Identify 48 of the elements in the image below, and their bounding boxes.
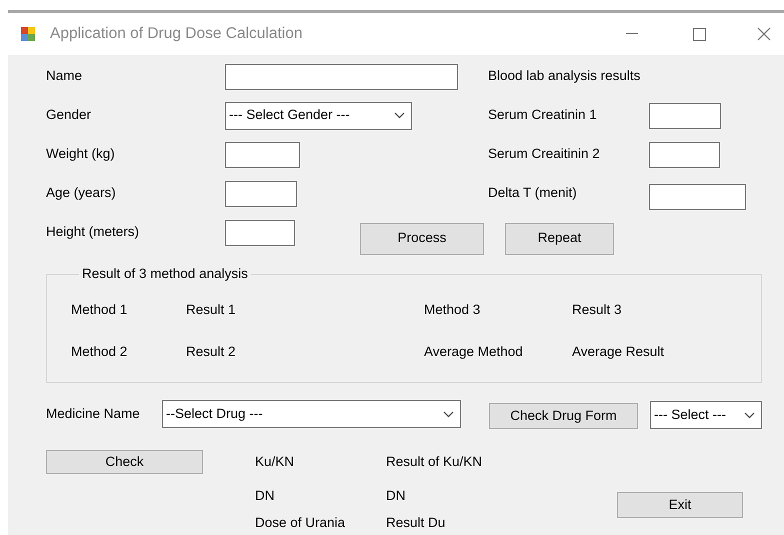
exit-button[interactable]: Exit	[617, 492, 743, 518]
field-label: Medicine Name	[46, 404, 141, 423]
field-label: Serum Creaitinin 2	[488, 145, 601, 164]
output-label: DN	[255, 486, 276, 505]
field-label: Weight (kg)	[46, 145, 116, 164]
window-title: Application of Drug Dose Calculation	[50, 24, 302, 44]
result-label: Result 1	[186, 300, 237, 319]
text-field[interactable]	[225, 64, 458, 90]
maximize-icon	[692, 28, 706, 40]
action-button[interactable]: Repeat	[505, 222, 614, 254]
field-label: Age (years)	[46, 184, 117, 202]
section-heading: Blood lab analysis results	[488, 67, 640, 86]
group-title: Result of 3 method analysis	[81, 266, 249, 282]
dropdown-caret-icon	[744, 412, 755, 418]
text-field[interactable]	[649, 142, 720, 168]
output-label: Dose of Urania	[255, 514, 346, 532]
field-label: Height (meters)	[46, 223, 140, 242]
output-value: Result of Ku/KN	[386, 452, 484, 471]
dropdown-caret-icon	[443, 410, 454, 418]
field-label: Gender	[46, 106, 92, 124]
dropdown-caret-icon	[394, 112, 405, 119]
output-value: DN	[386, 486, 406, 505]
result-label: Average Result	[572, 342, 666, 361]
text-field[interactable]	[225, 220, 295, 246]
dropdown[interactable]: --- Select ---	[650, 401, 762, 429]
text-field[interactable]	[649, 184, 746, 210]
result-label: Method 1	[71, 300, 128, 319]
result-label: Method 2	[71, 342, 128, 361]
field-label: Serum Creatinin 1	[488, 106, 598, 124]
result-label: Result 3	[572, 300, 623, 319]
action-button[interactable]: Check	[46, 450, 203, 474]
result-label: Method 3	[424, 300, 482, 319]
action-button[interactable]: Check Drug Form	[489, 403, 638, 429]
app-icon	[20, 26, 36, 42]
close-icon	[757, 27, 771, 41]
field-label: Name	[46, 67, 84, 86]
action-button[interactable]: Process	[360, 222, 484, 254]
text-field[interactable]	[225, 180, 297, 206]
text-field[interactable]	[225, 142, 300, 168]
minimize-icon	[626, 33, 638, 35]
field-label: Delta T (menit)	[488, 184, 578, 202]
result-label: Average Method	[424, 342, 524, 361]
output-label: Ku/KN	[255, 452, 296, 471]
result-label: Result 2	[186, 342, 237, 361]
output-value: Result Du	[386, 514, 446, 532]
dropdown[interactable]: --- Select Gender ---	[225, 102, 412, 130]
text-field[interactable]	[649, 102, 721, 128]
dropdown[interactable]: --Select Drug ---	[162, 400, 461, 428]
